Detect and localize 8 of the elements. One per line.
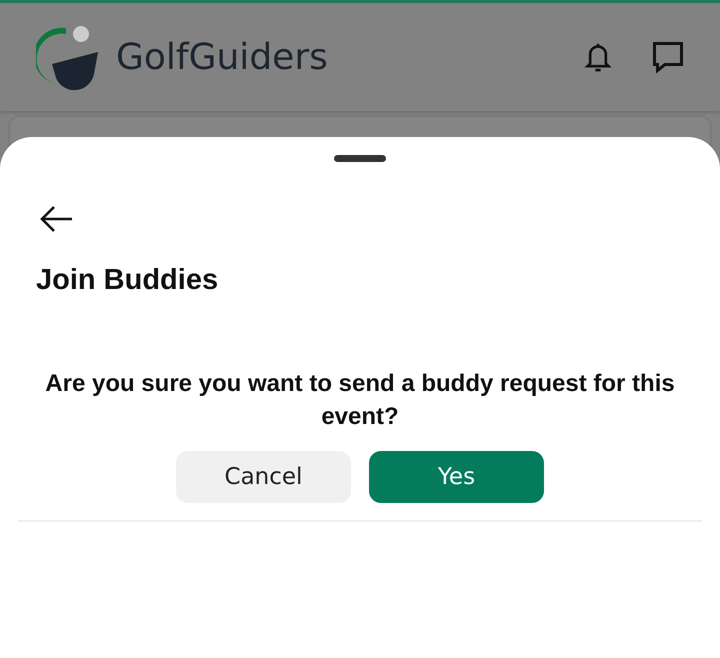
cancel-button[interactable]: Cancel: [176, 451, 351, 503]
confirm-message: Are you sure you want to send a buddy request for this event?: [44, 369, 676, 432]
confirm-button[interactable]: Yes: [369, 451, 544, 503]
drag-handle[interactable]: [334, 155, 386, 162]
sheet-title: Join Buddies: [36, 264, 220, 297]
brand-name: GolfGuiders: [116, 36, 329, 78]
back-button[interactable]: [38, 204, 74, 234]
chat-icon[interactable]: [650, 39, 686, 75]
